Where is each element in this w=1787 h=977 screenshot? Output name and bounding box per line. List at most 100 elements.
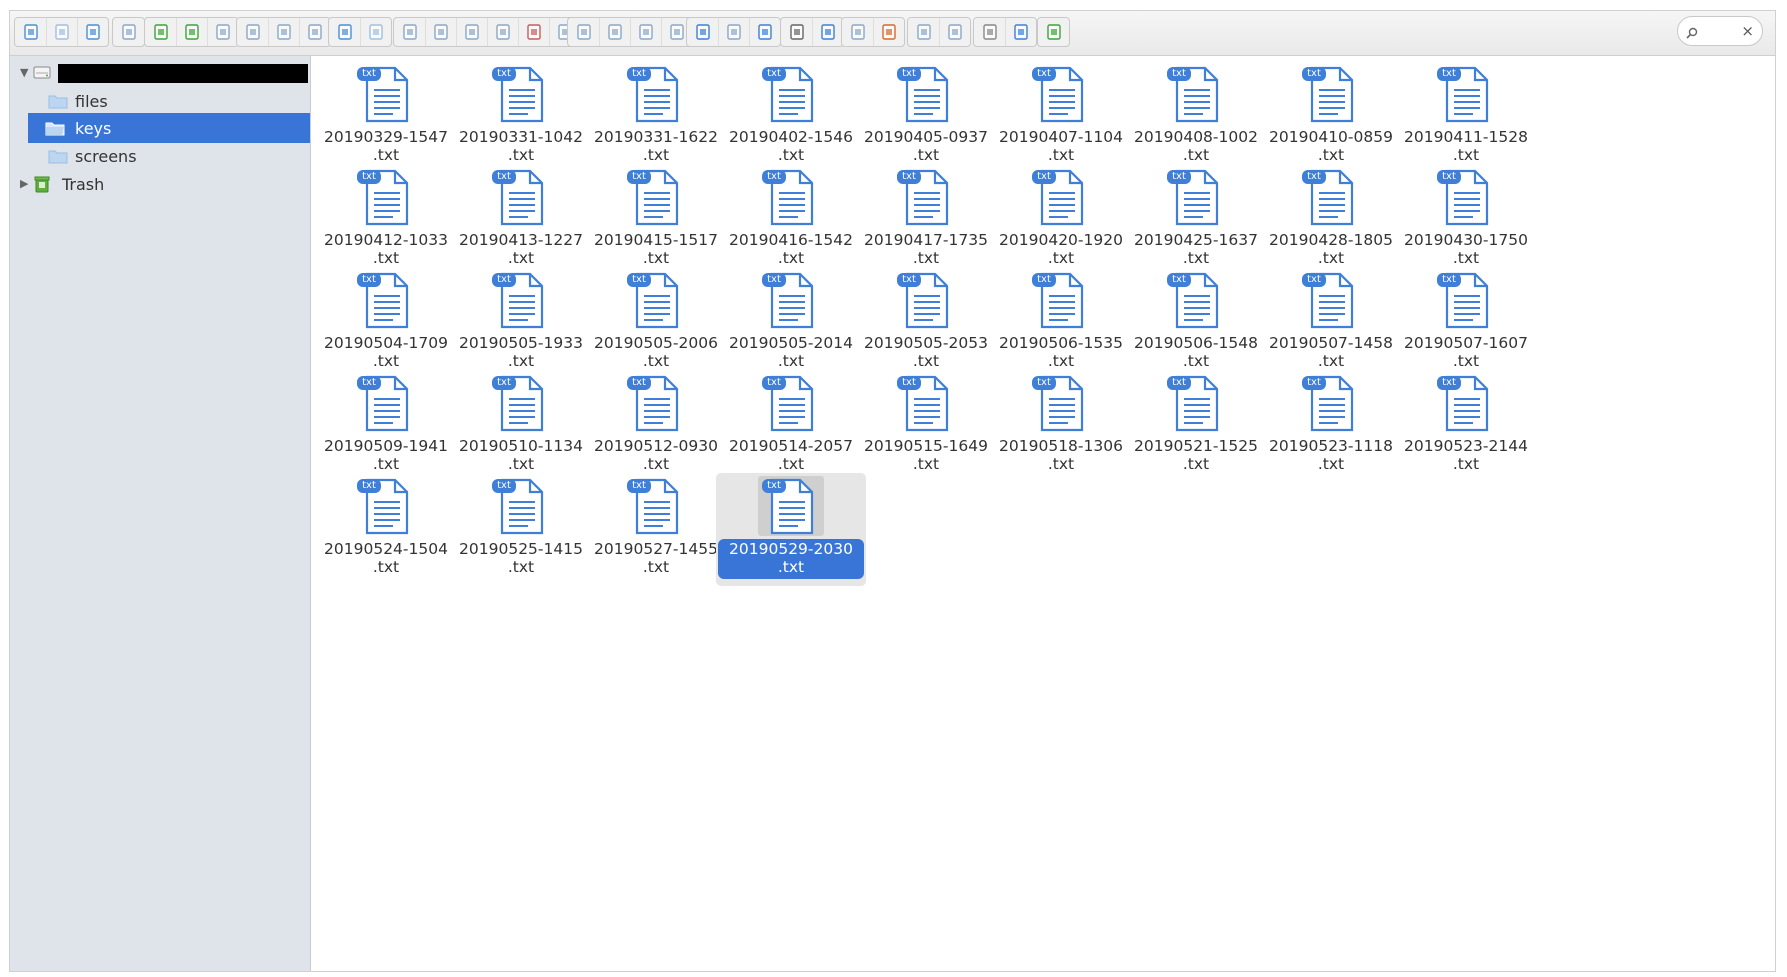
- file-type-badge: txt: [1032, 376, 1056, 390]
- file-item[interactable]: txt 20190507-1607 .txt: [1391, 267, 1541, 380]
- file-item[interactable]: txt 20190430-1750 .txt: [1391, 164, 1541, 277]
- forward-button[interactable]: [46, 18, 77, 46]
- file-item[interactable]: txt 20190417-1735 .txt: [851, 164, 1001, 277]
- file-item[interactable]: txt 20190420-1920 .txt: [986, 164, 1136, 277]
- file-item[interactable]: txt 20190504-1709 .txt: [311, 267, 461, 380]
- help-button[interactable]: [1005, 18, 1036, 46]
- file-item[interactable]: txt 20190518-1306 .txt: [986, 370, 1136, 483]
- fullscreen-button[interactable]: [1038, 18, 1069, 46]
- file-item[interactable]: txt 20190410-0859 .txt: [1256, 61, 1406, 174]
- view-tiles-button[interactable]: [749, 18, 780, 46]
- cut-button[interactable]: [425, 18, 456, 46]
- network-drive-button[interactable]: [113, 18, 144, 46]
- file-item[interactable]: txt 20190407-1104 .txt: [986, 61, 1136, 174]
- view-list-button[interactable]: [908, 18, 939, 46]
- save-button[interactable]: [207, 18, 238, 46]
- file-item[interactable]: txt 20190331-1042 .txt: [446, 61, 596, 174]
- save-as-button[interactable]: [268, 18, 299, 46]
- file-name: 20190413-1227 .txt: [459, 231, 583, 267]
- toolbar-group: [236, 17, 331, 47]
- file-item[interactable]: txt 20190411-1528 .txt: [1391, 61, 1541, 174]
- file-name: 20190331-1622 .txt: [594, 128, 718, 164]
- file-item[interactable]: txt 20190527-1455 .txt: [581, 473, 731, 586]
- sidebar-item-screens[interactable]: screens: [10, 141, 310, 171]
- file-name: 20190505-2014 .txt: [729, 334, 853, 370]
- file-item[interactable]: txt 20190408-1002 .txt: [1121, 61, 1271, 174]
- file-name: 20190507-1458 .txt: [1269, 334, 1393, 370]
- download-button[interactable]: [145, 18, 176, 46]
- file-item[interactable]: txt 20190505-2006 .txt: [581, 267, 731, 380]
- file-name: 20190529-2030 .txt: [718, 539, 864, 579]
- file-item[interactable]: txt 20190428-1805 .txt: [1256, 164, 1406, 277]
- sidebar-item-keys[interactable]: keys: [28, 113, 310, 143]
- back-button[interactable]: [15, 18, 46, 46]
- file-item[interactable]: txt 20190505-2053 .txt: [851, 267, 1001, 380]
- edit-button[interactable]: [630, 18, 661, 46]
- file-item[interactable]: txt 20190525-1415 .txt: [446, 473, 596, 586]
- undo-button[interactable]: [329, 18, 360, 46]
- select-all-button[interactable]: [599, 18, 630, 46]
- file-name: 20190524-1504 .txt: [324, 540, 448, 576]
- archive-button[interactable]: [873, 18, 904, 46]
- file-name: 20190505-1933 .txt: [459, 334, 583, 370]
- undo-icon: [337, 24, 352, 40]
- text-file-icon: txt: [1163, 64, 1229, 124]
- file-item[interactable]: txt 20190331-1622 .txt: [581, 61, 731, 174]
- file-item[interactable]: txt 20190505-1933 .txt: [446, 267, 596, 380]
- expand-arrow-icon[interactable]: ▶: [20, 177, 28, 190]
- up-button[interactable]: [77, 18, 108, 46]
- file-type-badge: txt: [897, 273, 921, 287]
- file-item[interactable]: txt 20190506-1548 .txt: [1121, 267, 1271, 380]
- file-item[interactable]: txt 20190416-1542 .txt: [716, 164, 866, 277]
- fullscreen-icon: [1046, 24, 1061, 40]
- copy-button[interactable]: [394, 18, 425, 46]
- compare-button[interactable]: [939, 18, 970, 46]
- file-item[interactable]: txt 20190402-1546 .txt: [716, 61, 866, 174]
- preview-eye-button[interactable]: [781, 18, 812, 46]
- network-drive-icon: [121, 24, 136, 40]
- file-name: 20190506-1548 .txt: [1134, 334, 1258, 370]
- settings-gear-button[interactable]: [974, 18, 1005, 46]
- file-item[interactable]: txt 20190507-1458 .txt: [1256, 267, 1406, 380]
- file-item[interactable]: txt 20190509-1941 .txt: [311, 370, 461, 483]
- file-item[interactable]: txt 20190523-2144 .txt: [1391, 370, 1541, 483]
- file-item[interactable]: txt 20190413-1227 .txt: [446, 164, 596, 277]
- file-item[interactable]: txt 20190521-1525 .txt: [1121, 370, 1271, 483]
- sidebar-item-trash[interactable]: ▶ Trash: [10, 169, 310, 199]
- toolbar-group: [144, 17, 239, 47]
- sidebar-item-files[interactable]: files: [10, 86, 310, 116]
- view-icons-button[interactable]: [687, 18, 718, 46]
- text-file-icon: txt: [758, 64, 824, 124]
- duplicate-button[interactable]: [487, 18, 518, 46]
- file-item[interactable]: txt 20190505-2014 .txt: [716, 267, 866, 380]
- file-item[interactable]: txt 20190329-1547 .txt: [311, 61, 461, 174]
- file-item[interactable]: txt 20190524-1504 .txt: [311, 473, 461, 586]
- open-book-button[interactable]: [237, 18, 268, 46]
- select-button[interactable]: [299, 18, 330, 46]
- paste-button[interactable]: [456, 18, 487, 46]
- info-button[interactable]: [812, 18, 843, 46]
- file-item[interactable]: txt 20190512-0930 .txt: [581, 370, 731, 483]
- search-box[interactable]: ×: [1677, 16, 1763, 46]
- file-item[interactable]: txt 20190514-2057 .txt: [716, 370, 866, 483]
- file-item[interactable]: txt 20190415-1517 .txt: [581, 164, 731, 277]
- clear-search-button[interactable]: ×: [1741, 22, 1754, 40]
- delete-button[interactable]: [518, 18, 549, 46]
- file-item[interactable]: txt 20190523-1118 .txt: [1256, 370, 1406, 483]
- file-item[interactable]: txt 20190515-1649 .txt: [851, 370, 1001, 483]
- toolbar-group: [1037, 17, 1070, 47]
- tree-root[interactable]: ▼: [10, 58, 310, 88]
- extract-button[interactable]: [842, 18, 873, 46]
- file-item[interactable]: txt 20190405-0937 .txt: [851, 61, 1001, 174]
- file-item[interactable]: txt 20190506-1535 .txt: [986, 267, 1136, 380]
- collapse-arrow-icon[interactable]: ▼: [20, 66, 28, 79]
- file-name: 20190514-2057 .txt: [729, 437, 853, 473]
- rename-button[interactable]: [568, 18, 599, 46]
- file-item[interactable]: txt 20190425-1637 .txt: [1121, 164, 1271, 277]
- view-small-icons-button[interactable]: [718, 18, 749, 46]
- file-item[interactable]: txt 20190510-1134 .txt: [446, 370, 596, 483]
- redo-button[interactable]: [360, 18, 391, 46]
- file-item[interactable]: txt 20190529-2030 .txt: [716, 473, 866, 586]
- new-file-button[interactable]: [176, 18, 207, 46]
- file-item[interactable]: txt 20190412-1033 .txt: [311, 164, 461, 277]
